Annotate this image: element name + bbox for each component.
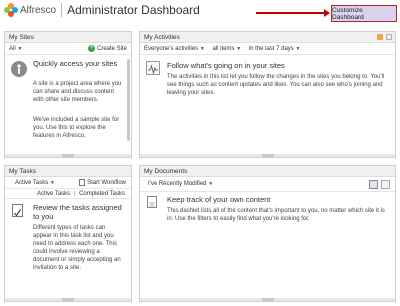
header-divider [61, 3, 63, 17]
create-site-label: Create Site [96, 46, 127, 52]
my-activities-toolbar: Everyone's activities ▼ all items ▼ in t… [140, 43, 395, 55]
my-sites-heading: Quickly access your sites [33, 59, 118, 68]
add-icon: + [88, 44, 96, 52]
my-documents-title: My Documents [140, 166, 395, 177]
activities-user-filter[interactable]: Everyone's activities ▼ [144, 46, 205, 52]
my-sites-filter[interactable]: All ▼ [9, 46, 22, 52]
my-activities-dashlet: My Activities Everyone's activities ▼ al… [139, 31, 396, 158]
resize-grip-icon [261, 298, 274, 301]
resize-grip-icon [62, 154, 74, 157]
my-tasks-toolbar: Active Tasks ▼ Start Workflow [5, 177, 131, 189]
customize-dashboard-button[interactable]: Customize Dashboard [331, 5, 397, 22]
logo[interactable]: Alfresco Administrator Dashboard [4, 3, 200, 17]
activities-date-filter-label: in the last 7 days [248, 46, 294, 52]
chevron-down-icon: ▼ [199, 46, 205, 52]
my-activities-heading: Follow what's going on in your sites [167, 61, 285, 70]
my-sites-paragraph-1: A site is a project area where you can s… [33, 81, 122, 103]
my-activities-body: The activities in this list let you foll… [167, 74, 385, 96]
my-activities-resize-bar[interactable] [140, 154, 395, 157]
my-documents-body: This dashlet lists all of the content th… [167, 208, 385, 222]
start-workflow-link[interactable]: Start Workflow [79, 177, 126, 189]
info-icon [11, 61, 27, 77]
task-check-icon [12, 204, 23, 217]
tasks-filter[interactable]: Active Tasks ▼ [15, 180, 55, 186]
tasks-filter-label: Active Tasks [15, 180, 49, 186]
my-activities-content: Follow what's going on in your sites The… [140, 57, 395, 154]
simple-view-icon[interactable] [369, 180, 378, 189]
rss-icon[interactable] [377, 34, 383, 40]
help-icon[interactable] [386, 34, 392, 40]
alfresco-logo-icon [4, 3, 18, 17]
detailed-view-icon[interactable] [381, 180, 390, 189]
my-sites-paragraph-2: We've included a sample site for you. Us… [33, 117, 120, 139]
my-activities-title: My Activities [140, 32, 395, 43]
completed-tasks-link[interactable]: Completed Tasks [79, 191, 125, 197]
tasks-link-separator: | [73, 191, 76, 197]
chevron-down-icon: ▼ [49, 180, 55, 186]
activities-date-filter[interactable]: in the last 7 days ▼ [249, 46, 301, 52]
create-site-link[interactable]: + Create Site [88, 43, 127, 55]
resize-grip-icon [261, 154, 274, 157]
chevron-down-icon: ▼ [236, 46, 242, 52]
my-activities-title-label: My Activities [144, 34, 180, 41]
my-tasks-dashlet: My Tasks Active Tasks ▼ Start Workflow A… [4, 165, 132, 302]
my-documents-toolbar: I've Recently Modified ▼ [140, 177, 395, 192]
my-sites-filter-label: All [9, 46, 16, 52]
my-sites-dashlet: My Sites All ▼ + Create Site Quickly acc… [4, 31, 132, 158]
my-documents-dashlet: My Documents I've Recently Modified ▼ Ke… [139, 165, 396, 302]
resize-grip-icon [62, 298, 74, 301]
header: Alfresco Administrator Dashboard Customi… [0, 0, 400, 26]
activities-user-filter-label: Everyone's activities [144, 46, 199, 52]
annotation-arrow-line [256, 12, 326, 14]
my-sites-resize-bar[interactable] [5, 154, 131, 157]
my-tasks-body: Different types of tasks can appear in t… [33, 225, 121, 271]
my-documents-resize-bar[interactable] [140, 298, 395, 301]
active-tasks-link[interactable]: Active Tasks [37, 191, 70, 197]
my-sites-title: My Sites [5, 32, 131, 43]
activities-item-filter-label: all items [212, 46, 235, 52]
my-tasks-content: Review the tasks assigned to you Differe… [5, 202, 131, 298]
my-tasks-title: My Tasks [5, 166, 131, 177]
chevron-down-icon: ▼ [17, 46, 23, 52]
chevron-down-icon: ▼ [295, 46, 301, 52]
chevron-down-icon: ▼ [208, 181, 214, 187]
my-sites-content: Quickly access your sites A site is a pr… [5, 57, 131, 154]
my-documents-content: Keep track of your own content This dash… [140, 194, 395, 298]
annotation-arrow-head [324, 9, 330, 17]
document-icon [147, 196, 157, 208]
page-title: Administrator Dashboard [67, 3, 200, 17]
my-tasks-heading: Review the tasks assigned to you [33, 203, 122, 221]
my-tasks-resize-bar[interactable] [5, 298, 131, 301]
my-documents-heading: Keep track of your own content [167, 195, 271, 204]
start-workflow-label: Start Workflow [87, 180, 126, 186]
documents-filter[interactable]: I've Recently Modified ▼ [148, 181, 213, 187]
logo-text: Alfresco [20, 4, 57, 16]
my-sites-scrollbar[interactable] [127, 59, 130, 141]
activity-pulse-icon [146, 61, 160, 75]
documents-filter-label: I've Recently Modified [148, 181, 207, 187]
my-sites-toolbar: All ▼ + Create Site [5, 43, 131, 55]
tasks-sub-links: Active Tasks | Completed Tasks [5, 189, 131, 199]
workflow-icon [79, 178, 86, 186]
activities-item-filter[interactable]: all items ▼ [212, 46, 241, 52]
